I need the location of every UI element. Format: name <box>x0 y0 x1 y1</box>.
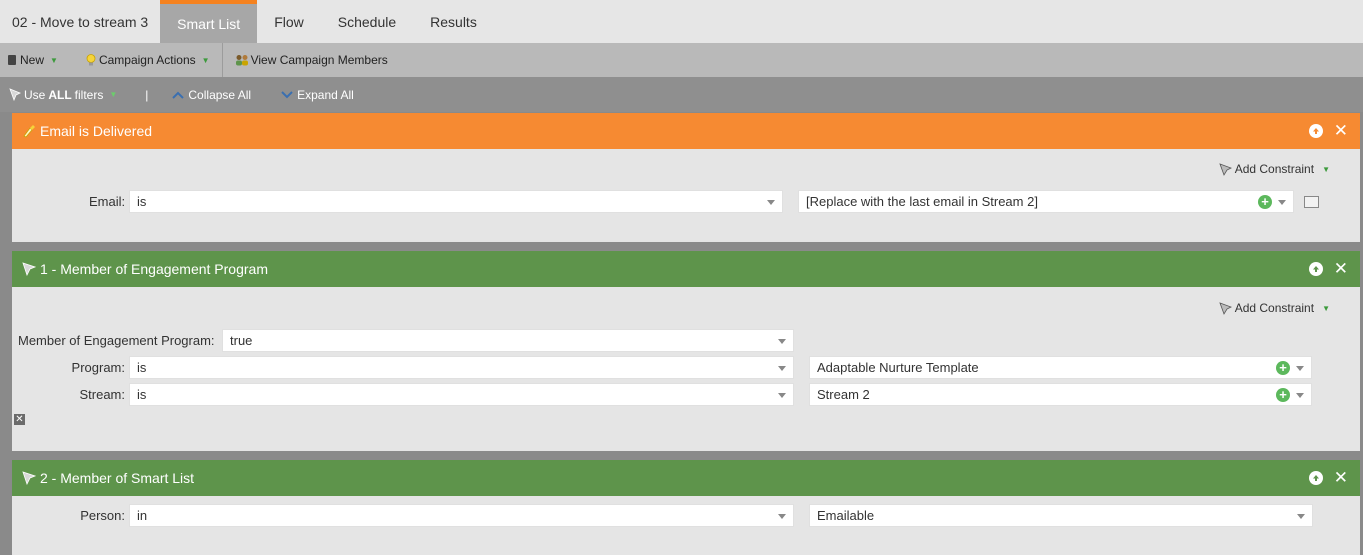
funnel-icon <box>1219 301 1232 315</box>
person-label: Person: <box>80 508 125 523</box>
campaign-actions-button[interactable]: Campaign Actions ▼ <box>66 43 218 77</box>
new-button[interactable]: New ▼ <box>0 43 66 77</box>
all-label: ALL <box>48 87 72 102</box>
chevron-down-icon <box>778 366 786 371</box>
chevron-down-icon <box>1296 366 1304 371</box>
close-icon[interactable]: ✕ <box>1334 260 1348 277</box>
email-label: Email: <box>89 194 126 209</box>
email-value: [Replace with the last email in Stream 2… <box>806 194 1038 209</box>
filter-member-smart-list: 2 - Member of Smart List ✕ Person: in Em… <box>12 460 1360 555</box>
stream-value-select[interactable]: Stream 2 <box>809 383 1312 406</box>
add-value-icon[interactable]: + <box>1276 388 1290 402</box>
collapse-icon <box>172 91 185 99</box>
filter-title: Email is Delivered <box>40 123 153 139</box>
expand-all-label: Expand All <box>297 87 354 102</box>
filter-header: Email is Delivered ✕ <box>12 113 1360 149</box>
filter-member-engagement-program: 1 - Member of Engagement Program ✕ Add C… <box>12 251 1360 451</box>
toolbar: New ▼ Campaign Actions ▼ View Campaign M… <box>0 43 1363 77</box>
add-value-icon[interactable]: + <box>1258 195 1272 209</box>
chevron-down-icon <box>1278 200 1286 205</box>
tab-bar: 02 - Move to stream 3 Smart List Flow Sc… <box>0 0 1363 43</box>
person-operator-value: in <box>137 508 148 523</box>
new-label: New <box>20 53 45 67</box>
person-operator-select[interactable]: in <box>129 504 794 527</box>
email-operator-select[interactable]: is <box>129 190 783 213</box>
filter-header: 1 - Member of Engagement Program ✕ <box>12 251 1360 287</box>
filter-bar: Use ALL filters ▼ | Collapse All Expand … <box>0 77 1363 112</box>
person-value: Emailable <box>817 508 875 523</box>
campaign-name: 02 - Move to stream 3 <box>12 13 149 30</box>
view-campaign-members-label: View Campaign Members <box>250 53 388 67</box>
campaign-actions-label: Campaign Actions <box>98 53 196 67</box>
chevron-down-icon: ▼ <box>50 55 58 65</box>
lookup-icon[interactable] <box>1304 196 1319 208</box>
funnel-icon <box>9 88 21 101</box>
chevron-down-icon: ▼ <box>1322 303 1330 313</box>
stream-operator-value: is <box>137 387 147 402</box>
chevron-down-icon: ▼ <box>109 90 118 99</box>
new-icon <box>8 55 16 65</box>
filter-title: 2 - Member of Smart List <box>40 470 195 486</box>
view-campaign-members-button[interactable]: View Campaign Members <box>223 43 396 77</box>
remove-constraint-icon[interactable]: ✕ <box>14 414 25 425</box>
tab-schedule[interactable]: Schedule <box>321 0 413 43</box>
add-constraint-label: Add Constraint <box>1234 301 1315 315</box>
chevron-down-icon <box>1296 393 1304 398</box>
funnel-icon <box>1219 162 1232 176</box>
program-value: Adaptable Nurture Template <box>817 360 979 375</box>
filter-bar-divider: | <box>145 87 149 102</box>
person-value-select[interactable]: Emailable <box>809 504 1313 527</box>
lightbulb-icon <box>86 54 96 66</box>
add-constraint-label: Add Constraint <box>1234 162 1315 176</box>
email-trigger-icon <box>23 125 35 138</box>
move-up-icon[interactable] <box>1308 262 1323 276</box>
filter-actions: ✕ <box>1308 460 1348 496</box>
chevron-down-icon <box>767 200 775 205</box>
use-label: Use <box>24 87 46 102</box>
chevron-down-icon <box>778 393 786 398</box>
filters-label: filters <box>74 87 104 102</box>
member-value-select[interactable]: true <box>222 329 794 352</box>
filter-actions: ✕ <box>1308 251 1348 287</box>
chevron-down-icon <box>1297 514 1305 519</box>
tab-results[interactable]: Results <box>413 0 494 43</box>
chevron-down-icon <box>778 514 786 519</box>
expand-icon <box>281 90 293 98</box>
add-constraint-button[interactable]: Add Constraint ▼ <box>1219 162 1330 176</box>
tab-smart-list[interactable]: Smart List <box>160 0 258 43</box>
email-operator-value: is <box>137 194 147 209</box>
program-operator-select[interactable]: is <box>129 356 794 379</box>
program-label: Program: <box>71 360 125 375</box>
program-value-select[interactable]: Adaptable Nurture Template <box>809 356 1312 379</box>
stream-value: Stream 2 <box>817 387 870 402</box>
close-icon[interactable]: ✕ <box>1334 122 1348 139</box>
collapse-all-button[interactable]: Collapse All <box>172 88 251 102</box>
member-label: Member of Engagement Program: <box>18 333 215 348</box>
funnel-icon <box>22 471 36 485</box>
filter-header: 2 - Member of Smart List ✕ <box>12 460 1360 496</box>
tab-flow[interactable]: Flow <box>257 0 321 43</box>
filter-actions: ✕ <box>1308 113 1348 149</box>
email-value-select[interactable]: [Replace with the last email in Stream 2… <box>798 190 1294 213</box>
stream-operator-select[interactable]: is <box>129 383 794 406</box>
member-value: true <box>230 333 253 348</box>
filter-email-delivered: Email is Delivered ✕ Add Constraint ▼ Em… <box>12 113 1360 242</box>
chevron-down-icon <box>778 339 786 344</box>
filter-title: 1 - Member of Engagement Program <box>40 261 268 277</box>
chevron-down-icon: ▼ <box>1322 164 1330 174</box>
close-icon[interactable]: ✕ <box>1334 469 1348 486</box>
add-constraint-button[interactable]: Add Constraint ▼ <box>1219 301 1330 315</box>
move-up-icon[interactable] <box>1308 124 1323 138</box>
chevron-down-icon: ▼ <box>201 55 210 65</box>
stream-label: Stream: <box>79 387 125 402</box>
move-up-icon[interactable] <box>1308 471 1323 485</box>
collapse-all-label: Collapse All <box>188 87 252 102</box>
program-operator-value: is <box>137 360 147 375</box>
add-value-icon[interactable]: + <box>1276 361 1290 375</box>
use-filters-dropdown[interactable]: Use ALL filters ▼ <box>9 88 117 102</box>
expand-all-button[interactable]: Expand All <box>281 88 354 102</box>
funnel-icon <box>22 262 36 276</box>
people-icon <box>235 55 248 66</box>
